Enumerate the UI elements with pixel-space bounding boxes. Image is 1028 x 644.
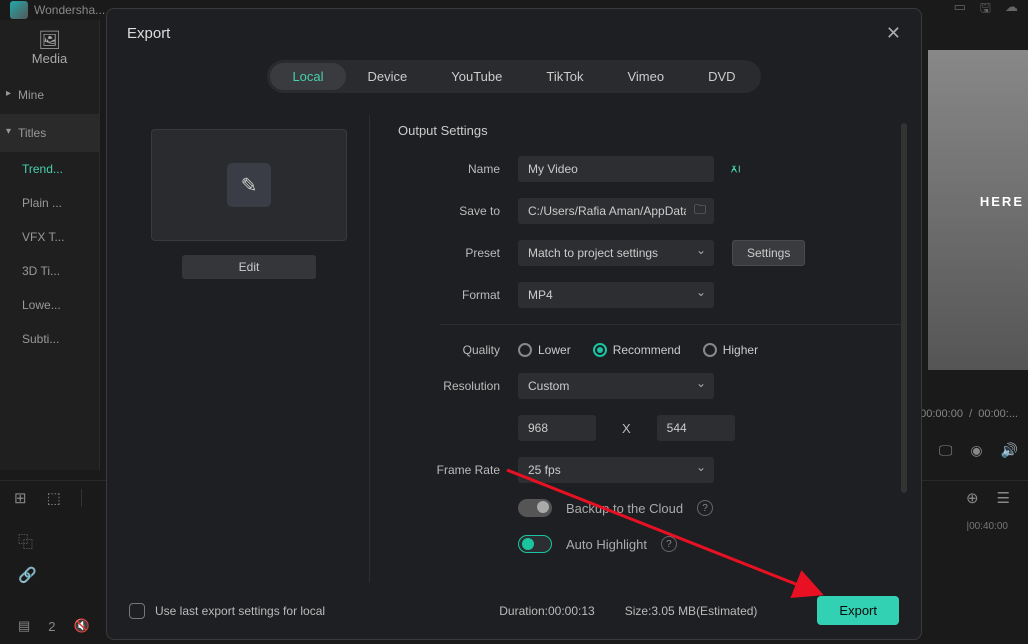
snapshot-icon[interactable]: ◉ — [970, 442, 982, 459]
media-tab[interactable]: 🖼 Media — [0, 20, 99, 76]
resolution-height-input[interactable] — [657, 415, 735, 441]
settings-button[interactable]: Settings — [732, 240, 805, 266]
preview-overlay-text: HERE — [980, 194, 1024, 209]
resolution-select[interactable]: Custom — [518, 373, 714, 399]
time-display: 00:00:00 / 00:00:... — [920, 408, 1018, 420]
folder-icon[interactable]: 🗀 — [694, 201, 706, 222]
tool-layout-icon[interactable]: ⊞ — [14, 489, 27, 507]
sidebar-sub-vfx[interactable]: VFX T... — [0, 220, 99, 254]
sidebar-sub-plain[interactable]: Plain ... — [0, 186, 99, 220]
export-tabset: Local Device YouTube TikTok Vimeo DVD — [267, 60, 760, 93]
volume-icon[interactable]: 🔊 — [1001, 442, 1018, 459]
link-track-icon[interactable]: 🔗 — [18, 566, 37, 584]
edit-thumbnail-button[interactable]: Edit — [182, 255, 316, 279]
scrollbar[interactable] — [901, 123, 907, 493]
backup-cloud-toggle[interactable] — [518, 499, 552, 517]
ai-name-icon[interactable] — [730, 163, 746, 175]
saveto-input[interactable] — [518, 198, 714, 224]
window-icon[interactable]: ▭ — [954, 0, 966, 21]
list-view-icon[interactable]: ☰ — [997, 489, 1010, 507]
backup-cloud-label: Backup to the Cloud — [566, 501, 683, 516]
use-last-settings-checkbox[interactable] — [129, 603, 145, 619]
quality-higher-radio[interactable]: Higher — [703, 343, 758, 357]
duration-info: Duration:00:00:13 — [499, 604, 594, 618]
dialog-title: Export — [127, 25, 170, 42]
name-label: Name — [398, 162, 518, 176]
quality-lower-radio[interactable]: Lower — [518, 343, 571, 357]
format-label: Format — [398, 288, 518, 302]
thumbnail-preview: ✎ — [151, 129, 347, 241]
use-last-settings-label: Use last export settings for local — [155, 604, 325, 618]
export-dialog: Export ✕ Local Device YouTube TikTok Vim… — [106, 8, 922, 640]
format-select[interactable]: MP4 — [518, 282, 714, 308]
auto-highlight-label: Auto Highlight — [566, 537, 647, 552]
saveto-label: Save to — [398, 204, 518, 218]
tab-device[interactable]: Device — [346, 63, 430, 90]
timeline-ruler-tick: |00:40:00 — [966, 521, 1008, 532]
app-logo — [10, 1, 28, 19]
tracks-count: 2 — [48, 619, 55, 634]
cloud-icon[interactable]: ☁ — [1005, 0, 1018, 21]
close-icon[interactable]: ✕ — [886, 23, 901, 44]
tab-local[interactable]: Local — [270, 63, 345, 90]
quality-label: Quality — [398, 343, 518, 357]
preset-label: Preset — [398, 246, 518, 260]
sidebar-sub-lower[interactable]: Lowe... — [0, 288, 99, 322]
tab-youtube[interactable]: YouTube — [429, 63, 524, 90]
tab-tiktok[interactable]: TikTok — [524, 63, 605, 90]
preview-panel: HERE — [928, 50, 1028, 370]
app-brand: Wondersha... — [34, 3, 105, 17]
tool-pointer-icon[interactable]: ⬚ — [47, 489, 61, 507]
add-marker-icon[interactable]: ⊕ — [966, 489, 979, 507]
output-settings-heading: Output Settings — [398, 123, 903, 138]
preset-select[interactable]: Match to project settings — [518, 240, 714, 266]
display-icon[interactable]: 🖵 — [939, 442, 953, 459]
sidebar-item-titles[interactable]: Titles — [0, 114, 99, 152]
resolution-width-input[interactable] — [518, 415, 596, 441]
sidebar-item-mine[interactable]: Mine — [0, 76, 99, 114]
autohl-help-icon[interactable]: ? — [661, 536, 677, 552]
backup-help-icon[interactable]: ? — [697, 500, 713, 516]
tab-vimeo[interactable]: Vimeo — [605, 63, 686, 90]
save-project-icon[interactable]: 🖫 — [980, 0, 991, 21]
pencil-icon: ✎ — [227, 163, 271, 207]
resolution-label: Resolution — [398, 379, 518, 393]
sidebar-sub-3d[interactable]: 3D Ti... — [0, 254, 99, 288]
copy-track-icon[interactable]: ⿻ — [18, 531, 37, 552]
framerate-label: Frame Rate — [398, 463, 518, 477]
size-info: Size:3.05 MB(Estimated) — [625, 604, 758, 618]
tracks-icon[interactable]: ▤ — [18, 618, 30, 634]
mute-icon[interactable]: 🔇 — [74, 618, 90, 634]
tab-dvd[interactable]: DVD — [686, 63, 757, 90]
media-icon: 🖼 — [0, 30, 99, 51]
name-input[interactable] — [518, 156, 714, 182]
sidebar-sub-trending[interactable]: Trend... — [0, 152, 99, 186]
framerate-select[interactable]: 25 fps — [518, 457, 714, 483]
resolution-x-label: X — [596, 421, 657, 436]
sidebar-sub-subtitle[interactable]: Subti... — [0, 322, 99, 356]
auto-highlight-toggle[interactable] — [518, 535, 552, 553]
quality-recommend-radio[interactable]: Recommend — [593, 343, 681, 357]
export-button[interactable]: Export — [817, 596, 899, 625]
